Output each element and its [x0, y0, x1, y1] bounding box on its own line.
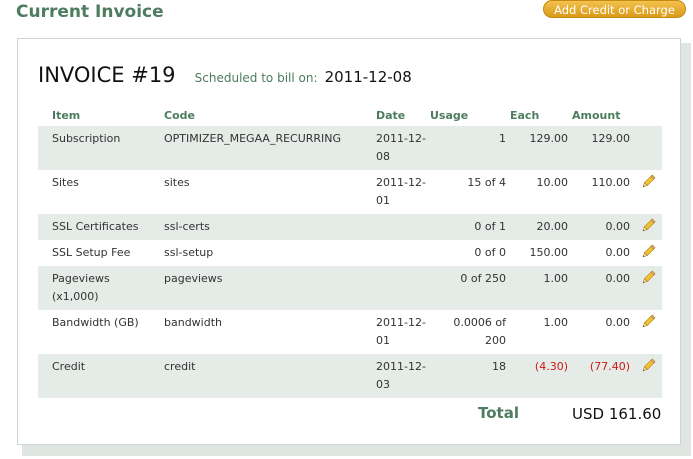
row-code: ssl-setup	[164, 246, 214, 259]
row-date: 2011-12-01	[376, 316, 426, 347]
pencil-icon[interactable]	[640, 358, 656, 374]
row-edit-cell	[634, 310, 662, 354]
add-credit-or-charge-button[interactable]: Add Credit or Charge	[543, 0, 686, 18]
table-row: Bandwidth (GB) bandwidth 2011-12-01 0.0006 …	[38, 310, 662, 354]
row-each: 10.00	[536, 176, 569, 189]
row-each: 20.00	[510, 214, 572, 240]
row-date: 2011-12-08	[362, 126, 430, 170]
row-usage: 1	[430, 126, 510, 170]
pencil-icon[interactable]	[640, 174, 656, 190]
column-header-each: Each	[510, 109, 540, 122]
row-amount: 129.00	[572, 126, 634, 170]
row-code: ssl-certs	[150, 214, 362, 240]
row-each: 1.00	[543, 316, 569, 329]
row-item-name: Sites	[52, 176, 79, 189]
row-item-name: Pageviews (x1,000)	[38, 266, 150, 310]
row-amount: 0.00	[605, 316, 631, 329]
row-code: bandwidth	[164, 316, 222, 329]
column-header-date: Date	[376, 109, 406, 122]
row-usage: 0.0006 of 200	[453, 316, 506, 347]
row-each: (4.30)	[510, 354, 572, 398]
schedule-date: 2011-12-08	[324, 68, 412, 86]
row-item-name: SSL Setup Fee	[52, 246, 131, 259]
row-edit-cell	[634, 170, 662, 214]
row-usage: 0 of 0	[474, 246, 506, 259]
row-item-name: Bandwidth (GB)	[52, 316, 139, 329]
row-date	[362, 214, 430, 240]
row-usage: 15 of 4	[467, 176, 506, 189]
row-date: 2011-12-03	[362, 354, 430, 398]
row-edit-cell	[634, 214, 662, 240]
column-header-edit	[634, 105, 662, 126]
table-row: Sites sites 2011-12-01 15 of 4 10.00 110.00	[38, 170, 662, 214]
invoice-heading: INVOICE #19 Scheduled to bill on: 2011-1…	[38, 63, 412, 87]
row-edit-cell	[634, 240, 662, 266]
row-amount: 110.00	[591, 176, 631, 189]
table-header-row: Item Code Date Usage Each Amount	[38, 105, 662, 126]
table-row: SSL Certificates ssl-certs 0 of 1 20.00 0.00	[38, 214, 662, 240]
table-row: Subscription OPTIMIZER_MEGAA_RECURRING 201…	[38, 126, 662, 170]
row-date: 2011-12-01	[376, 176, 426, 207]
row-code: OPTIMIZER_MEGAA_RECURRING	[150, 126, 362, 170]
row-code: credit	[150, 354, 362, 398]
column-header-amount: Amount	[572, 109, 621, 122]
row-each: 150.00	[529, 246, 569, 259]
table-row: SSL Setup Fee ssl-setup 0 of 0 150.00 0.00	[38, 240, 662, 266]
row-usage: 0 of 1	[430, 214, 510, 240]
row-amount: 0.00	[572, 266, 634, 310]
row-amount: 0.00	[572, 214, 634, 240]
row-item-name: Credit	[38, 354, 150, 398]
row-date	[362, 240, 430, 266]
pencil-icon[interactable]	[640, 314, 656, 330]
row-code: pageviews	[150, 266, 362, 310]
total-label: Total	[478, 404, 519, 422]
row-item-name: SSL Certificates	[38, 214, 150, 240]
row-edit-cell	[634, 126, 662, 170]
column-header-usage: Usage	[430, 109, 469, 122]
invoice-number: INVOICE #19	[38, 63, 176, 87]
schedule-label: Scheduled to bill on:	[194, 71, 318, 85]
total-value: USD 161.60	[572, 405, 662, 423]
column-header-item: Item	[52, 109, 81, 122]
row-amount: 0.00	[605, 246, 631, 259]
row-amount: (77.40)	[572, 354, 634, 398]
row-code: sites	[164, 176, 190, 189]
row-each: 129.00	[510, 126, 572, 170]
invoice-items-body: Subscription OPTIMIZER_MEGAA_RECURRING 201…	[38, 126, 662, 398]
pencil-icon[interactable]	[640, 270, 656, 286]
row-edit-cell	[634, 266, 662, 310]
table-row: Pageviews (x1,000) pageviews 0 of 250 1.00 0…	[38, 266, 662, 310]
row-item-name: Subscription	[38, 126, 150, 170]
column-header-code: Code	[164, 109, 195, 122]
pencil-icon[interactable]	[640, 244, 656, 260]
invoice-card: INVOICE #19 Scheduled to bill on: 2011-1…	[17, 38, 681, 445]
pencil-icon[interactable]	[640, 218, 656, 234]
page-title: Current Invoice	[16, 2, 164, 22]
current-invoice-page: Current Invoice Add Credit or Charge INV…	[0, 0, 693, 459]
invoice-items-table: Item Code Date Usage Each Amount Subscri…	[38, 105, 662, 398]
row-edit-cell	[634, 354, 662, 398]
row-date	[362, 266, 430, 310]
row-each: 1.00	[510, 266, 572, 310]
table-row: Credit credit 2011-12-03 18 (4.30) (77.40)	[38, 354, 662, 398]
row-usage: 18	[430, 354, 510, 398]
row-usage: 0 of 250	[430, 266, 510, 310]
